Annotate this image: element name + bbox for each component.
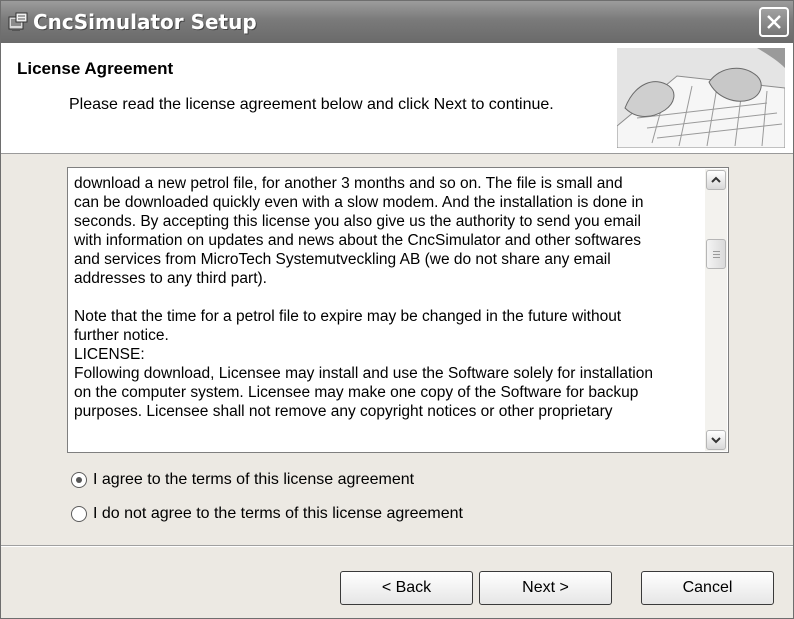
license-text: download a new petrol file, for another … (74, 174, 704, 446)
agree-radio[interactable] (71, 472, 87, 488)
license-line: Note that the time for a petrol file to … (74, 308, 622, 325)
scroll-up-button[interactable] (706, 170, 726, 190)
close-button[interactable] (759, 7, 789, 37)
license-line: purposes. Licensee shall not remove any … (74, 403, 613, 420)
scroll-down-button[interactable] (706, 430, 726, 450)
setup-window: CncSimulator Setup License Agreement Ple… (0, 0, 794, 619)
license-line: with information on updates and news abo… (74, 232, 641, 249)
license-line: can be downloaded quickly even with a sl… (74, 194, 644, 211)
scroll-down-arrow-icon (711, 437, 721, 444)
disagree-label[interactable]: I do not agree to the terms of this lice… (93, 505, 463, 523)
license-scrollbar[interactable] (705, 169, 727, 451)
license-line: seconds. By accepting this license you a… (74, 213, 641, 230)
license-text-box[interactable]: download a new petrol file, for another … (67, 167, 729, 453)
disagree-option[interactable]: I do not agree to the terms of this lice… (71, 502, 463, 526)
disagree-radio[interactable] (71, 506, 87, 522)
license-line: download a new petrol file, for another … (74, 175, 623, 192)
close-icon (767, 15, 781, 29)
cancel-button[interactable]: Cancel (641, 571, 774, 605)
keyboard-hands-image (617, 48, 785, 148)
scroll-up-arrow-icon (711, 176, 721, 183)
scroll-thumb[interactable] (706, 239, 726, 269)
window-title: CncSimulator Setup (33, 10, 257, 34)
footer-divider (1, 545, 793, 547)
license-line: on the computer system. Licensee may mak… (74, 384, 639, 401)
license-line: LICENSE: (74, 346, 145, 363)
back-button[interactable]: < Back (340, 571, 473, 605)
agree-option[interactable]: I agree to the terms of this license agr… (71, 468, 414, 492)
next-button[interactable]: Next > (479, 571, 612, 605)
license-line: and services from MicroTech Systemutveck… (74, 251, 611, 268)
setup-installer-icon (7, 11, 29, 33)
agree-label[interactable]: I agree to the terms of this license agr… (93, 471, 414, 489)
page-subtitle: Please read the license agreement below … (69, 96, 554, 113)
license-line: Following download, Licensee may install… (74, 365, 653, 382)
license-line: further notice. (74, 327, 169, 344)
license-line: addresses to any third part). (74, 270, 267, 287)
page-title: License Agreement (17, 59, 174, 78)
header-panel: License Agreement Please read the licens… (1, 43, 793, 154)
title-bar[interactable]: CncSimulator Setup (1, 1, 793, 43)
